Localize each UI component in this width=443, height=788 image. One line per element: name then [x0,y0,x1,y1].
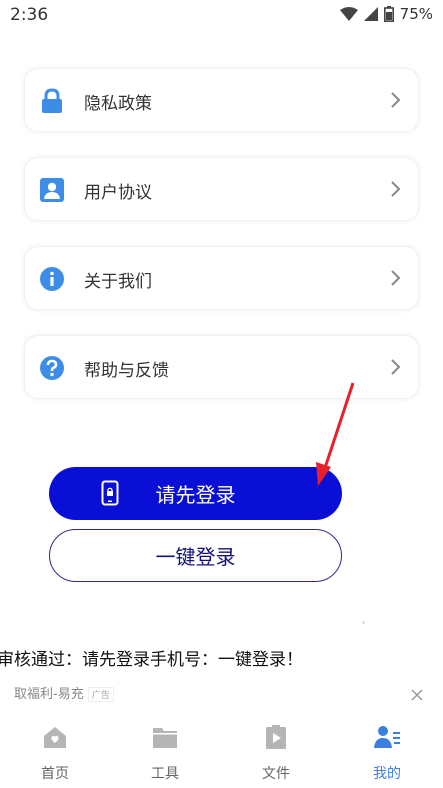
folder-icon [153,728,177,748]
nav-label: 我的 [373,766,401,782]
close-icon[interactable] [410,688,424,702]
chevron-right-icon [391,92,401,108]
menu-item-label: 用户协议 [84,183,152,203]
notice-label: 审核通过：请先登录手机号：一键登录！ [0,650,303,670]
nav-tab-mine[interactable]: 我的 [332,712,442,788]
chevron-right-icon [391,181,401,197]
status-time: 2:36 [10,5,49,25]
nav-label: 工具 [151,766,179,782]
home-icon [44,727,66,748]
status-icons: 75% [339,5,433,23]
one-click-login-button[interactable]: 一键登录 [49,529,342,582]
menu-item-user-agreement[interactable]: 用户协议 [24,157,419,221]
profile-icon [374,726,400,748]
nav-tab-tools[interactable]: 工具 [110,712,220,788]
nav-tab-home[interactable]: 首页 [0,712,110,788]
ad-badge: 广告 [87,687,114,702]
file-play-icon [266,725,286,749]
nav-label: 文件 [262,766,290,782]
user-card-icon [40,178,64,202]
status-bar: 2:36 75% [0,0,443,32]
battery-icon [383,6,394,22]
phone-lock-icon [101,480,119,506]
login-button[interactable]: 请先登录 [49,467,342,520]
nav-label: 首页 [41,766,69,782]
notice-text: 审核通过：请先登录手机号：一键登录！ [0,645,443,670]
help-icon [40,356,64,380]
signal-icon [363,7,378,21]
ad-banner[interactable]: 取福利-易充 广告 [14,683,114,702]
menu-item-privacy-policy[interactable]: 隐私政策 [24,68,419,132]
login-button-label: 请先登录 [155,483,236,507]
menu-item-label: 关于我们 [84,272,152,292]
info-icon [40,267,64,291]
chevron-right-icon [391,270,401,286]
ad-text: 取福利-易充 [14,687,84,702]
chevron-right-icon [391,359,401,375]
lock-icon [42,88,62,113]
nav-tab-files[interactable]: 文件 [221,712,331,788]
one-click-login-label: 一键登录 [155,545,236,569]
wifi-icon [339,7,358,21]
menu-item-about-us[interactable]: 关于我们 [24,246,419,310]
battery-level: 75% [399,5,433,23]
menu-item-help-feedback[interactable]: 帮助与反馈 [24,335,419,399]
menu-item-label: 帮助与反馈 [84,361,169,381]
decorative-dot [362,621,365,624]
menu-item-label: 隐私政策 [84,94,152,114]
bottom-nav: 首页 工具 文件 我的 [0,712,443,788]
